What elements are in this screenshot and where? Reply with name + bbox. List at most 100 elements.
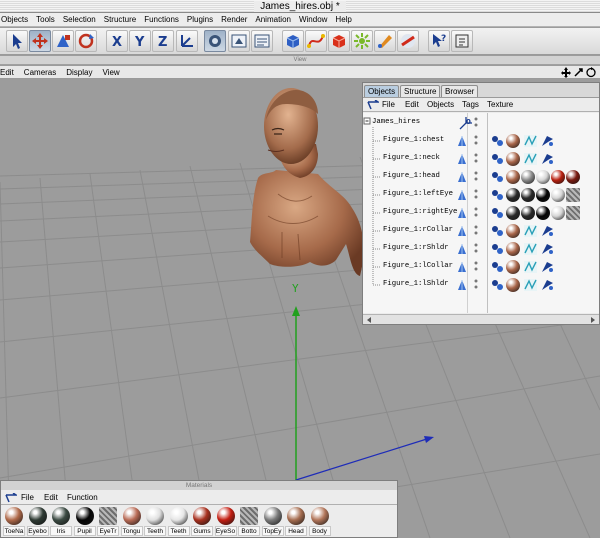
cube-icon[interactable] (282, 30, 304, 52)
object-row[interactable]: Figure_1:rShldr (363, 240, 599, 258)
menu-animation[interactable]: Animation (251, 13, 295, 26)
texture-tag-skin-icon[interactable] (506, 152, 520, 166)
help-pointer-icon[interactable]: ? (428, 30, 450, 52)
menu-structure[interactable]: Structure (100, 13, 140, 26)
texture-tag-red-icon[interactable] (551, 170, 565, 184)
object-tree[interactable]: James_hires 0 Figure_1:chest Figure_1:nec… (363, 113, 599, 313)
material-swatch[interactable]: Botto (238, 507, 260, 537)
render-view-icon[interactable] (228, 30, 250, 52)
scale-icon[interactable] (52, 30, 74, 52)
pose-tag-icon[interactable] (541, 135, 554, 147)
texture-tag-black-icon[interactable] (536, 188, 550, 202)
menu-tools[interactable]: Tools (32, 13, 59, 26)
material-swatch[interactable]: Tongu (120, 507, 143, 537)
texture-tag-skin-icon[interactable] (506, 224, 520, 238)
scroll-right-icon[interactable] (589, 316, 597, 324)
visibility-dots-icon[interactable] (473, 260, 479, 274)
texture-tag-dark-icon[interactable] (506, 188, 520, 202)
material-swatch[interactable]: ToeNa (3, 507, 25, 537)
uvw-tag-icon[interactable] (524, 279, 537, 291)
objmenu-edit[interactable]: Edit (405, 98, 419, 112)
deformer-icon[interactable] (351, 30, 373, 52)
matmenu-edit[interactable]: Edit (44, 491, 58, 505)
objmenu-file[interactable]: File (382, 98, 395, 112)
tab-objects[interactable]: Objects (364, 85, 400, 97)
material-swatch[interactable]: Iris (50, 507, 72, 537)
pose-tag-icon[interactable] (541, 153, 554, 165)
settings-icon[interactable] (451, 30, 473, 52)
phong-tag-icon[interactable] (491, 279, 504, 291)
material-swatch[interactable]: Pupil (73, 507, 96, 537)
pose-tag-icon[interactable] (541, 279, 554, 291)
object-row-root[interactable]: James_hires 0 (363, 114, 599, 132)
viewport-menu-view[interactable]: View (97, 66, 124, 78)
phong-tag-icon[interactable] (491, 261, 504, 273)
tab-structure[interactable]: Structure (400, 85, 441, 97)
pose-tag-icon[interactable] (541, 261, 554, 273)
environment-icon[interactable] (397, 30, 419, 52)
visibility-dots-icon[interactable] (473, 134, 479, 148)
uvw-tag-icon[interactable] (524, 225, 537, 237)
visibility-dots-icon[interactable] (473, 116, 479, 130)
object-row[interactable]: Figure_1:lShldr (363, 276, 599, 294)
texture-tag-dark-icon[interactable] (506, 206, 520, 220)
menu-help[interactable]: Help (331, 13, 355, 26)
material-swatch[interactable]: Eyebo (26, 507, 49, 537)
material-swatch[interactable]: EyeSo (214, 507, 237, 537)
object-row[interactable]: Figure_1:leftEye (363, 186, 599, 204)
viewport-menu-display[interactable]: Display (61, 66, 97, 78)
menu-selection[interactable]: Selection (59, 13, 100, 26)
pose-tag-icon[interactable] (541, 225, 554, 237)
pose-tag-icon[interactable] (541, 243, 554, 255)
texture-tag-dark-icon[interactable] (521, 188, 535, 202)
visibility-dots-icon[interactable] (473, 206, 479, 220)
arrow-select-icon[interactable] (6, 30, 28, 52)
figure-model[interactable] (250, 88, 364, 276)
rotate-icon[interactable] (75, 30, 97, 52)
texture-tag-white-icon[interactable] (551, 206, 565, 220)
object-row[interactable]: Figure_1:chest (363, 132, 599, 150)
render-settings-icon[interactable] (251, 30, 273, 52)
object-row[interactable]: Figure_1:head (363, 168, 599, 186)
phong-tag-icon[interactable] (491, 189, 504, 201)
texture-tag-skin-icon[interactable] (506, 242, 520, 256)
uvw-tag-icon[interactable] (524, 261, 537, 273)
tab-browser[interactable]: Browser (441, 85, 479, 97)
texture-tag-stripe-icon[interactable] (566, 188, 580, 202)
matmenu-file[interactable]: File (21, 491, 34, 505)
object-row[interactable]: Figure_1:rCollar (363, 222, 599, 240)
texture-tag-skin-icon[interactable] (506, 170, 520, 184)
objmenu-texture[interactable]: Texture (487, 98, 513, 112)
pointer-arrow-icon[interactable] (5, 493, 17, 503)
pointer-arrow-icon[interactable] (367, 100, 379, 110)
objmenu-objects[interactable]: Objects (427, 98, 454, 112)
visibility-dots-icon[interactable] (473, 242, 479, 256)
texture-tag-dark-icon[interactable] (521, 206, 535, 220)
uvw-tag-icon[interactable] (524, 243, 537, 255)
texture-tag-white-icon[interactable] (536, 170, 550, 184)
visibility-dots-icon[interactable] (473, 188, 479, 202)
material-swatch[interactable]: EyeTr (97, 507, 119, 537)
menu-plugins[interactable]: Plugins (183, 13, 217, 26)
viewport-menu-edit[interactable]: Edit (0, 66, 19, 78)
scene-icon[interactable] (374, 30, 396, 52)
texture-tag-grey-icon[interactable] (521, 170, 535, 184)
phong-tag-icon[interactable] (491, 153, 504, 165)
y-axis-icon[interactable]: Y (129, 30, 151, 52)
material-swatch[interactable]: Gums (191, 507, 213, 537)
menu-objects[interactable]: Objects (0, 13, 32, 26)
visibility-dots-icon[interactable] (473, 170, 479, 184)
generator-icon[interactable] (328, 30, 350, 52)
material-swatch[interactable]: Teeth (167, 507, 190, 537)
menu-window[interactable]: Window (295, 13, 331, 26)
move-icon[interactable] (29, 30, 51, 52)
matmenu-function[interactable]: Function (67, 491, 98, 505)
material-swatch[interactable]: Head (285, 507, 307, 537)
spline-icon[interactable] (305, 30, 327, 52)
texture-tag-skin-icon[interactable] (506, 278, 520, 292)
texture-tag-dark-red-icon[interactable] (566, 170, 580, 184)
texture-tag-stripe-icon[interactable] (566, 206, 580, 220)
visibility-dots-icon[interactable] (473, 152, 479, 166)
object-row[interactable]: Figure_1:rightEye (363, 204, 599, 222)
uvw-tag-icon[interactable] (524, 153, 537, 165)
